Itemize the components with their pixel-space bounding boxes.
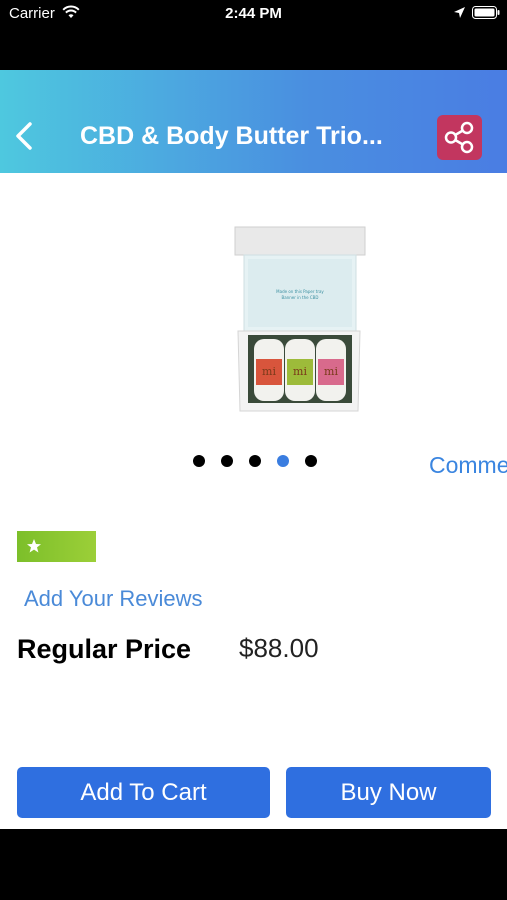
price-label: Regular Price [17,634,192,664]
status-time: 2:44 PM [225,5,282,22]
status-bar: Carrier 2:44 PM [0,0,507,70]
pager-dot[interactable] [305,455,317,467]
page-title: CBD & Body Butter Trio... [80,122,383,150]
svg-text:Banner in the CBD: Banner in the CBD [281,295,318,300]
share-icon [444,121,474,154]
back-button[interactable] [12,118,38,154]
price-value: $88.00 [239,633,319,663]
nav-bar: CBD & Body Butter Trio... [0,70,507,173]
pager-dot[interactable] [249,455,261,467]
product-detail: Made on this Paper tray Banner in the CB… [0,173,507,829]
product-image[interactable]: Made on this Paper tray Banner in the CB… [232,225,366,417]
share-button[interactable] [437,115,482,160]
svg-text:mi: mi [324,365,338,378]
add-to-cart-button[interactable]: Add To Cart [17,767,270,818]
bottom-safe-area [0,829,507,900]
rating-badge [17,531,96,562]
buy-now-button[interactable]: Buy Now [286,767,491,818]
svg-text:Made on this Paper tray: Made on this Paper tray [276,289,324,294]
star-icon [27,539,41,553]
pager-dot[interactable] [221,455,233,467]
svg-text:mi: mi [262,365,276,378]
comments-link[interactable]: Comme [429,452,507,479]
svg-text:mi: mi [293,365,307,378]
pager-dot[interactable] [277,455,289,467]
pager-dot[interactable] [193,455,205,467]
location-arrow-icon [454,7,465,18]
battery-icon [472,6,500,19]
chevron-left-icon [16,122,32,150]
add-review-link[interactable]: Add Your Reviews [24,586,203,612]
